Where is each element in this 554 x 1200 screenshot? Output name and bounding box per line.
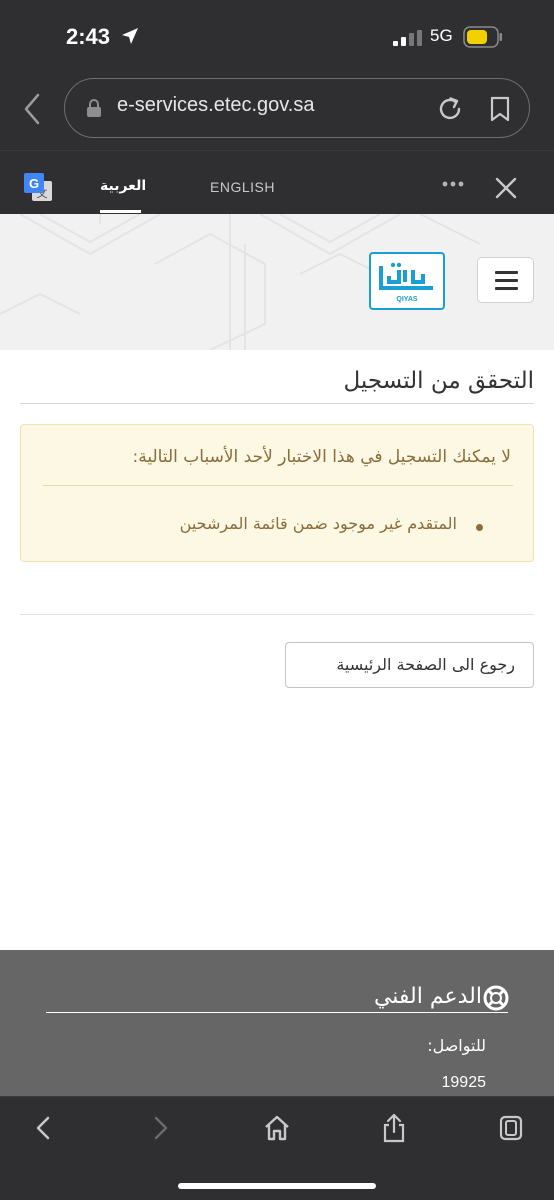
lifebuoy-icon	[483, 985, 509, 1011]
content-divider	[20, 614, 534, 615]
translate-bar: 文 G العربية ENGLISH	[0, 150, 554, 214]
more-icon[interactable]	[441, 179, 465, 189]
back-icon[interactable]	[30, 1113, 58, 1143]
warning-alert: لا يمكنك التسجيل في هذا الاختبار لأحد ال…	[20, 424, 534, 562]
selected-tab-indicator	[100, 210, 141, 213]
hamburger-icon-line	[495, 287, 518, 290]
bullet-icon	[476, 524, 483, 531]
home-icon[interactable]	[263, 1113, 291, 1143]
url-text: e-services.etec.gov.sa	[117, 94, 315, 116]
tabs-icon[interactable]	[497, 1113, 525, 1143]
battery-icon	[463, 26, 502, 48]
browser-address-area: e-services.etec.gov.sa	[0, 74, 554, 150]
qiyas-logo: QIYAS	[369, 252, 445, 310]
header-pattern	[0, 214, 481, 350]
back-to-home-button[interactable]: رجوع الى الصفحة الرئيسية	[285, 642, 534, 688]
back-to-home-label: رجوع الى الصفحة الرئيسية	[336, 655, 515, 674]
svg-text:G: G	[29, 176, 39, 191]
forward-icon[interactable]	[146, 1113, 174, 1143]
contact-number[interactable]: 19925	[442, 1074, 487, 1092]
back-icon[interactable]	[20, 92, 44, 126]
status-time: 2:43	[66, 24, 111, 49]
signal-icon	[393, 30, 422, 46]
language-tab-english[interactable]: ENGLISH	[210, 179, 275, 195]
page-title: التحقق من التسجيل	[343, 368, 534, 394]
alert-list-item: المتقدم غير موجود ضمن قائمة المرشحين	[179, 514, 457, 533]
share-icon[interactable]	[380, 1113, 408, 1143]
menu-button[interactable]	[477, 257, 534, 303]
hamburger-icon	[495, 271, 518, 274]
close-icon[interactable]	[495, 177, 517, 199]
reload-icon[interactable]	[437, 96, 463, 122]
bookmark-icon[interactable]	[489, 96, 511, 122]
site-header: QIYAS	[0, 214, 554, 350]
logo-text: QIYAS	[396, 296, 417, 303]
hamburger-icon-line	[495, 279, 518, 282]
footer: الدعم الفني للتواصل: 19925	[0, 950, 554, 1100]
alert-heading: لا يمكنك التسجيل في هذا الاختبار لأحد ال…	[132, 447, 511, 467]
status-bar: 2:43 5G	[0, 0, 554, 74]
language-tab-arabic[interactable]: العربية	[100, 178, 146, 194]
support-title: الدعم الفني	[373, 984, 482, 1009]
location-arrow-icon	[122, 28, 138, 44]
alert-divider	[43, 485, 513, 486]
network-type: 5G	[430, 26, 453, 45]
google-translate-icon[interactable]: 文 G	[24, 173, 54, 203]
home-indicator[interactable]	[178, 1183, 376, 1189]
title-divider	[20, 403, 534, 404]
address-bar[interactable]: e-services.etec.gov.sa	[64, 78, 530, 138]
lock-icon	[87, 99, 101, 117]
contact-label: للتواصل:	[427, 1036, 486, 1055]
footer-divider	[46, 1012, 508, 1013]
